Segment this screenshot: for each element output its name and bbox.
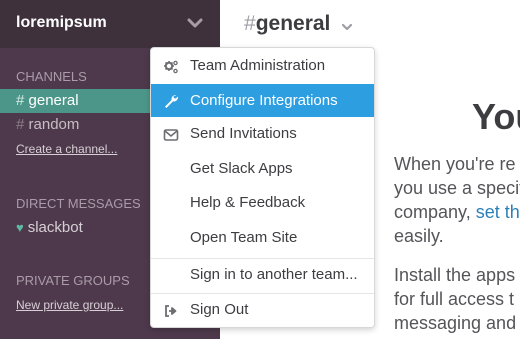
menu-item-label: Team Administration: [190, 57, 326, 74]
intro-line: When you're re: [394, 154, 516, 174]
channel-header: #general: [220, 0, 520, 48]
channel-hash: #: [16, 116, 25, 133]
channel-title-hash: #: [244, 12, 256, 35]
apps-line: for full access t: [394, 289, 515, 309]
intro-text: company,: [394, 202, 476, 222]
menu-item-sign-in-another-team[interactable]: Sign in to another team...: [151, 259, 374, 291]
menu-item-label: Help & Feedback: [190, 194, 306, 211]
dm-name: slackbot: [27, 219, 83, 236]
team-menu-button[interactable]: loremipsum: [0, 0, 220, 48]
new-private-group-link[interactable]: New private group...: [16, 298, 123, 312]
team-menu-dropdown: Team Administration Configure Integratio…: [150, 47, 375, 328]
apps-line: messaging and: [394, 313, 517, 333]
sign-out-icon: [165, 305, 177, 317]
team-name: loremipsum: [16, 14, 107, 31]
menu-item-label: Configure Integrations: [190, 92, 338, 109]
channel-name: general: [28, 92, 79, 109]
menu-item-label: Get Slack Apps: [190, 160, 293, 177]
heart-icon: ♥: [16, 220, 24, 235]
menu-item-open-team-site[interactable]: Open Team Site: [151, 222, 374, 254]
chevron-down-icon: [187, 18, 203, 28]
channel-title[interactable]: #general: [244, 12, 330, 36]
envelope-icon: [163, 129, 179, 141]
direct-messages-section-title[interactable]: DIRECT MESSAGES: [16, 196, 141, 211]
apps-line: Install the apps: [394, 265, 516, 285]
channel-hash: #: [16, 92, 25, 109]
chevron-down-icon[interactable]: [341, 22, 353, 32]
menu-item-label: Sign in to another team...: [190, 266, 358, 283]
menu-item-team-administration[interactable]: Team Administration: [151, 50, 374, 82]
intro-line: you use a specif: [394, 178, 520, 198]
menu-item-label: Send Invitations: [190, 125, 297, 142]
menu-item-configure-integrations[interactable]: Configure Integrations: [151, 84, 374, 117]
menu-item-sign-out[interactable]: Sign Out: [151, 294, 374, 326]
menu-item-send-invitations[interactable]: Send Invitations: [151, 118, 374, 150]
wrench-icon: [165, 95, 178, 108]
intro-line: company, set th: [394, 200, 520, 224]
menu-item-label: Sign Out: [190, 301, 249, 318]
menu-item-label: Open Team Site: [190, 229, 298, 246]
create-channel-link[interactable]: Create a channel...: [16, 142, 117, 156]
welcome-heading: You: [472, 96, 520, 137]
apps-paragraph: Install the apps for full access t messa…: [394, 263, 516, 335]
dm-slackbot[interactable]: ♥ slackbot: [16, 219, 83, 237]
menu-item-get-slack-apps[interactable]: Get Slack Apps: [151, 153, 374, 185]
channels-section-title[interactable]: CHANNELS: [16, 69, 87, 84]
set-link[interactable]: set th: [476, 202, 520, 222]
intro-paragraph: When you're re you use a specif company,…: [394, 152, 520, 248]
channel-name: random: [28, 116, 80, 133]
private-groups-section-title[interactable]: PRIVATE GROUPS: [16, 273, 130, 288]
intro-line: easily.: [394, 226, 444, 246]
channel-title-name: general: [255, 12, 331, 35]
menu-item-help-feedback[interactable]: Help & Feedback: [151, 187, 374, 219]
gears-icon: [164, 60, 178, 74]
